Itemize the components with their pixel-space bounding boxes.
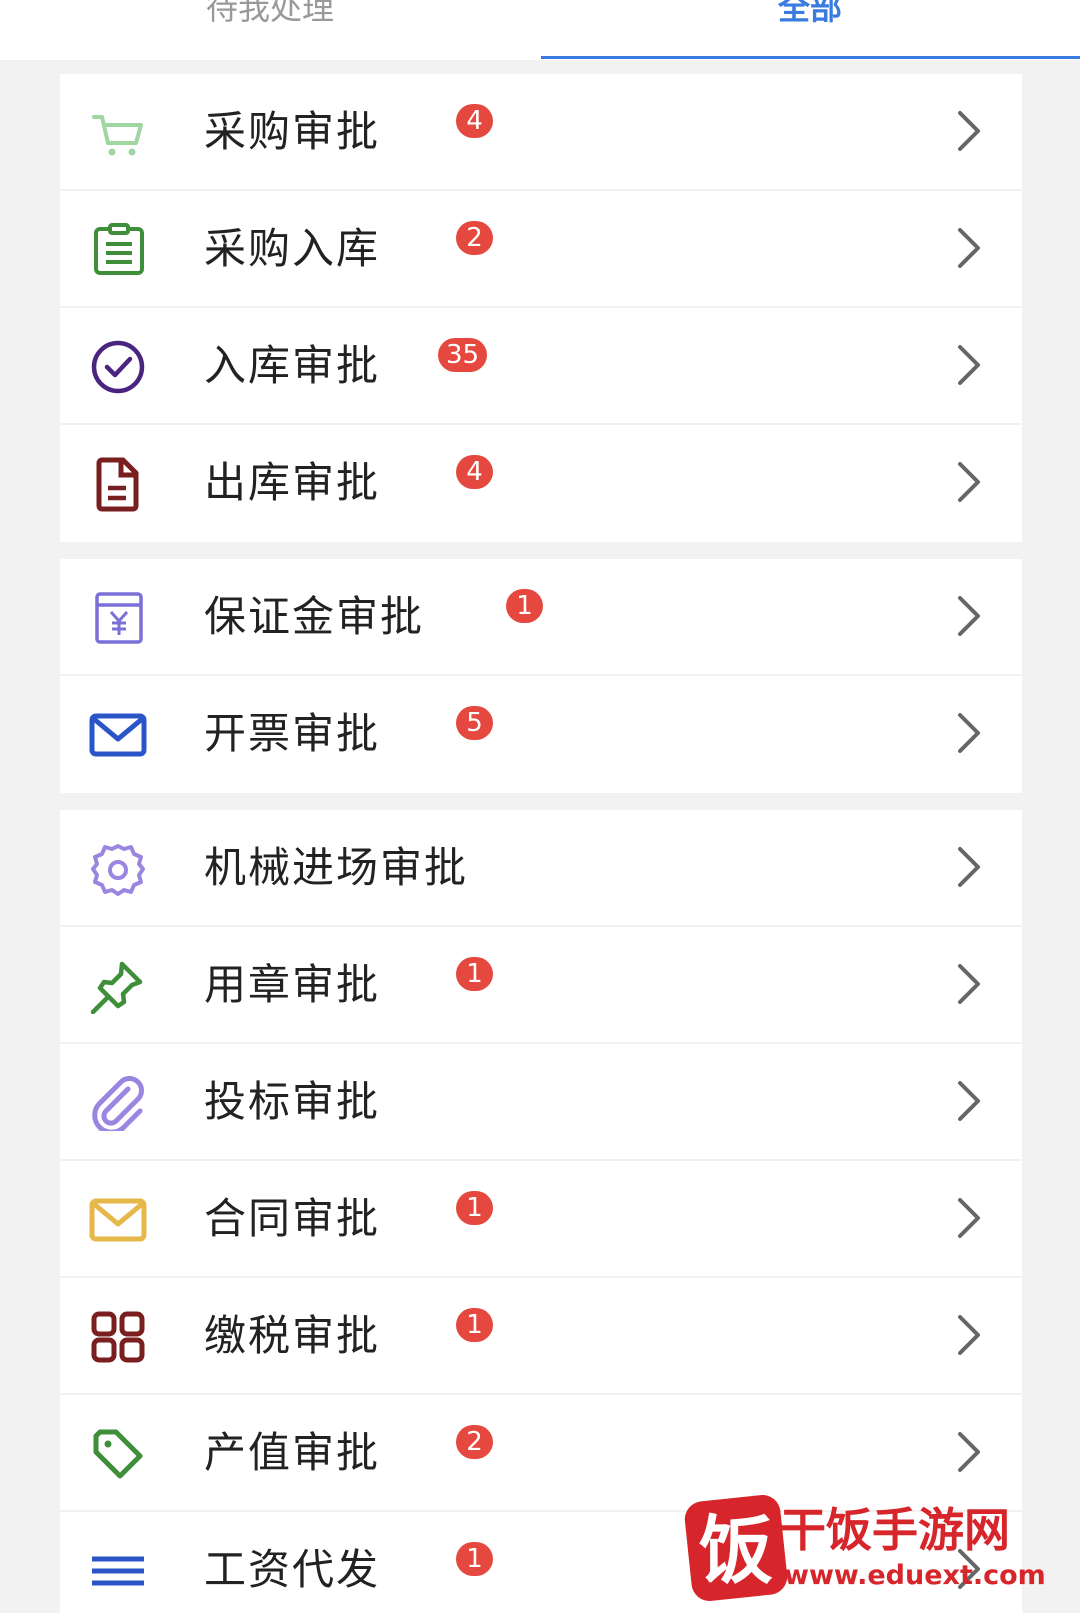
chevron-right-icon	[953, 594, 983, 638]
list-item[interactable]: 出库审批 4	[60, 425, 1022, 542]
list-item-label: 采购审批	[204, 107, 381, 156]
list-item[interactable]: 投标审批	[60, 1044, 1022, 1161]
list-item-label: 用章审批	[204, 960, 381, 1009]
count-badge: 2	[456, 1425, 493, 1459]
chevron-right-icon	[953, 109, 983, 153]
chevron-right-icon	[953, 1079, 983, 1123]
grid-icon	[88, 1309, 148, 1365]
chevron-right-icon	[953, 226, 983, 270]
chevron-right-icon	[953, 1430, 983, 1474]
count-badge: 1	[456, 1542, 493, 1576]
list-item-label: 合同审批	[204, 1194, 381, 1243]
gear-icon	[88, 841, 148, 897]
watermark-logo: 饭 干饭手游网 www.eduext.com	[680, 1488, 1060, 1608]
count-badge: 35	[438, 338, 488, 372]
list-item-label: 保证金审批	[204, 592, 425, 641]
check-circle-icon	[88, 339, 148, 395]
tab-all[interactable]: 全部	[540, 0, 1080, 38]
document-icon	[88, 456, 148, 512]
list-item-label: 缴税审批	[204, 1311, 381, 1360]
chevron-right-icon	[953, 711, 983, 755]
count-badge: 1	[456, 957, 493, 991]
count-badge: 5	[456, 706, 493, 740]
mail-icon	[88, 707, 148, 763]
count-badge: 1	[456, 1308, 493, 1342]
cart-icon	[88, 105, 148, 161]
list-item-label: 出库审批	[204, 458, 381, 507]
count-badge: 1	[456, 1191, 493, 1225]
chevron-right-icon	[953, 1313, 983, 1357]
count-badge: 1	[506, 589, 543, 623]
count-badge: 4	[456, 104, 493, 138]
list-item[interactable]: 入库审批 35	[60, 308, 1022, 425]
list-item[interactable]: 开票审批 5	[60, 676, 1022, 793]
menu-lines-icon	[88, 1543, 148, 1599]
chevron-right-icon	[953, 343, 983, 387]
list-item-label: 产值审批	[204, 1428, 381, 1477]
list-item[interactable]: 缴税审批 1	[60, 1278, 1022, 1395]
list-item[interactable]: 保证金审批 1	[60, 559, 1022, 676]
tab-bar: 待我处理 全部	[0, 0, 1080, 60]
count-badge: 2	[456, 221, 493, 255]
list-item-label: 投标审批	[204, 1077, 381, 1126]
list-item[interactable]: 用章审批 1	[60, 927, 1022, 1044]
tag-icon	[88, 1426, 148, 1482]
clipboard-icon	[88, 222, 148, 278]
list-item[interactable]: 采购审批 4	[60, 74, 1022, 191]
approval-group: 保证金审批 1 开票审批 5	[60, 559, 1022, 793]
svg-text:干饭手游网: 干饭手游网	[780, 1503, 1010, 1557]
count-badge: 4	[456, 455, 493, 489]
chevron-right-icon	[953, 460, 983, 504]
paperclip-icon	[88, 1075, 148, 1131]
tab-pending[interactable]: 待我处理	[0, 0, 540, 38]
chevron-right-icon	[953, 962, 983, 1006]
chevron-right-icon	[953, 1196, 983, 1240]
pin-icon	[88, 958, 148, 1014]
list-item-label: 开票审批	[204, 709, 381, 758]
list-item[interactable]: 机械进场审批	[60, 810, 1022, 927]
list-item[interactable]: 采购入库 2	[60, 191, 1022, 308]
list-item-label: 入库审批	[204, 341, 381, 390]
mail-icon	[88, 1192, 148, 1248]
list-item-label: 机械进场审批	[204, 843, 469, 892]
list-item-label: 采购入库	[204, 224, 381, 273]
list-item[interactable]: 合同审批 1	[60, 1161, 1022, 1278]
chevron-right-icon	[953, 845, 983, 889]
svg-text:饭: 饭	[699, 1508, 773, 1594]
svg-text:www.eduext.com: www.eduext.com	[784, 1560, 1046, 1591]
approval-group: 采购审批 4 采购入库 2 入库审批 35 出库审批 4	[60, 74, 1022, 542]
active-tab-indicator	[541, 56, 1080, 59]
yen-box-icon	[88, 590, 148, 646]
list-item-label: 工资代发	[204, 1545, 381, 1594]
